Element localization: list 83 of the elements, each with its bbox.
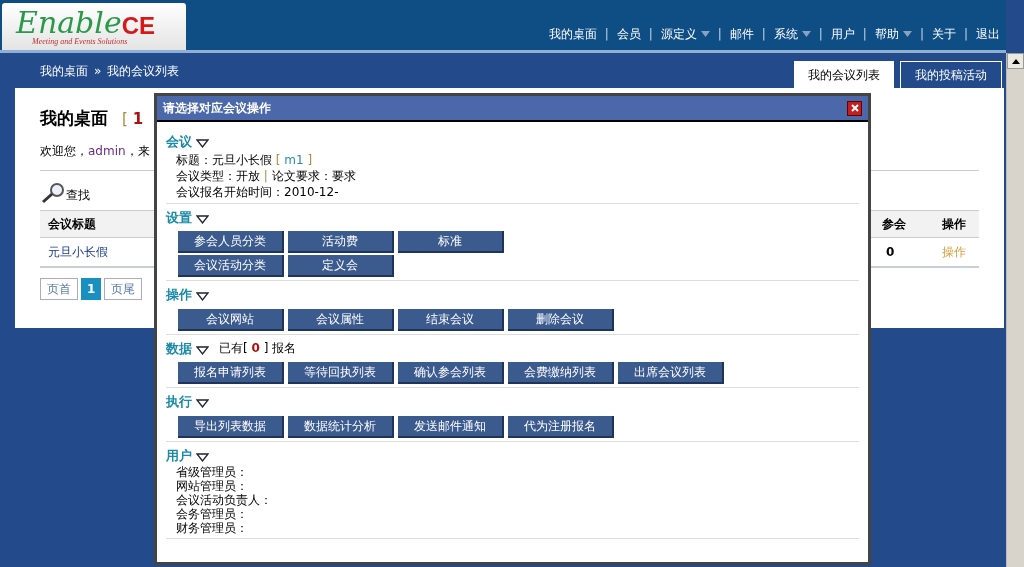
action-button[interactable]: 会议网站 — [178, 308, 284, 331]
scroll-up-icon[interactable] — [1011, 58, 1020, 64]
section-title[interactable]: 执行 — [166, 392, 192, 412]
nav-link[interactable]: 我的桌面 — [548, 25, 597, 43]
info-line: 会议报名开始时间：2010-12- — [176, 183, 340, 200]
section-title[interactable]: 数据 — [166, 338, 192, 358]
column-header: 操作 — [942, 215, 966, 233]
action-button[interactable]: 代为注册报名 — [508, 415, 614, 438]
section-title[interactable]: 设置 — [166, 207, 192, 227]
section-title[interactable]: 用户 — [166, 445, 192, 465]
collapse-triangle-icon[interactable] — [196, 292, 209, 302]
nav-separator: | — [919, 26, 924, 43]
nav-separator: | — [604, 26, 609, 43]
logo[interactable]: EnableCE Meeting and Events Solutions — [2, 3, 186, 50]
page-title: 我的桌面 — [40, 107, 108, 130]
nav-link[interactable]: 源定义 — [660, 25, 710, 43]
welcome-text: 欢迎您，admin，来 — [40, 143, 150, 158]
nav-separator: | — [648, 26, 653, 43]
collapse-triangle-icon[interactable] — [196, 345, 209, 355]
nav-link[interactable]: 邮件 — [729, 25, 754, 43]
breadcrumb-separator: » — [94, 62, 102, 80]
close-icon — [850, 104, 859, 112]
collapse-triangle-icon[interactable] — [196, 214, 209, 224]
role-label: 会议活动负责人： — [176, 493, 273, 507]
breadcrumb-link[interactable]: 我的桌面 — [40, 61, 88, 80]
page-button[interactable]: 页首 — [40, 277, 78, 300]
collapse-triangle-icon[interactable] — [196, 399, 209, 409]
action-button[interactable]: 删除会议 — [508, 308, 614, 331]
registration-count: 已有[ 0 ] 报名 — [219, 340, 297, 358]
column-header: 会议标题 — [48, 216, 96, 231]
action-button[interactable]: 结束会议 — [398, 308, 504, 331]
action-button[interactable]: 等待回执列表 — [288, 362, 394, 384]
action-button[interactable]: 导出列表数据 — [178, 415, 284, 438]
caret-icon — [801, 31, 811, 37]
action-button[interactable]: 标准 — [398, 231, 504, 253]
page-button[interactable]: 页尾 — [104, 277, 143, 300]
action-button[interactable]: 参会人员分类 — [178, 231, 284, 253]
section-title[interactable]: 会议 — [166, 132, 192, 152]
nav-link[interactable]: 会员 — [616, 25, 641, 43]
nav-separator: | — [761, 26, 766, 43]
role-label: 财务管理员： — [176, 521, 249, 535]
caret-icon — [700, 31, 710, 37]
role-label: 省级管理员： — [176, 465, 249, 479]
nav-link[interactable]: 帮助 — [874, 25, 912, 43]
role-label: 网站管理员： — [176, 479, 249, 493]
page-button[interactable]: 1 — [81, 277, 102, 300]
info-line: 会议类型：开放 | 论文要求：要求 — [176, 167, 357, 184]
nav-separator: | — [717, 26, 722, 43]
collapse-triangle-icon[interactable] — [196, 139, 209, 149]
action-button[interactable]: 会议属性 — [288, 308, 394, 331]
nav-link[interactable]: 系统 — [773, 25, 811, 43]
section-title[interactable]: 操作 — [166, 285, 192, 305]
page-title-count: [ 1 — [122, 109, 144, 130]
nav-separator: | — [862, 26, 867, 43]
breadcrumb-link[interactable]: 我的会议列表 — [107, 61, 180, 80]
nav-separator: | — [963, 26, 968, 43]
action-button[interactable]: 发送邮件通知 — [398, 415, 504, 438]
nav-separator: | — [818, 26, 823, 43]
meeting-title-link[interactable]: 元旦小长假 — [48, 244, 108, 259]
search-link[interactable]: 查找 — [66, 185, 90, 204]
search-icon[interactable] — [40, 181, 66, 204]
nav-link[interactable]: 用户 — [830, 25, 855, 43]
column-header: 参会 — [882, 215, 907, 233]
nav-link[interactable]: 关于 — [931, 25, 956, 43]
info-line: 标题：元旦小长假 [ m1 ] — [176, 151, 314, 168]
caret-icon — [902, 31, 912, 37]
action-button[interactable]: 确认参会列表 — [398, 362, 504, 384]
nav-link[interactable]: 退出 — [976, 25, 1000, 43]
role-label: 会务管理员： — [176, 507, 249, 521]
action-button[interactable]: 会议活动分类 — [178, 255, 284, 277]
action-button[interactable]: 活动费 — [288, 231, 394, 253]
close-button[interactable] — [847, 100, 862, 116]
action-button[interactable]: 报名申请列表 — [178, 362, 284, 384]
tab[interactable]: 我的会议列表 — [794, 61, 894, 88]
action-button[interactable]: 会费缴纳列表 — [508, 362, 614, 384]
tab[interactable]: 我的投稿活动 — [900, 61, 1002, 88]
scrollbar[interactable] — [1006, 53, 1024, 567]
action-button[interactable]: 定义会 — [288, 255, 394, 277]
dialog-title: 请选择对应会议操作 — [163, 100, 271, 117]
collapse-triangle-icon[interactable] — [196, 452, 209, 462]
table-cell-text: 0 — [885, 243, 896, 261]
action-button[interactable]: 数据统计分析 — [288, 415, 394, 438]
action-button[interactable]: 出席会议列表 — [618, 362, 724, 384]
